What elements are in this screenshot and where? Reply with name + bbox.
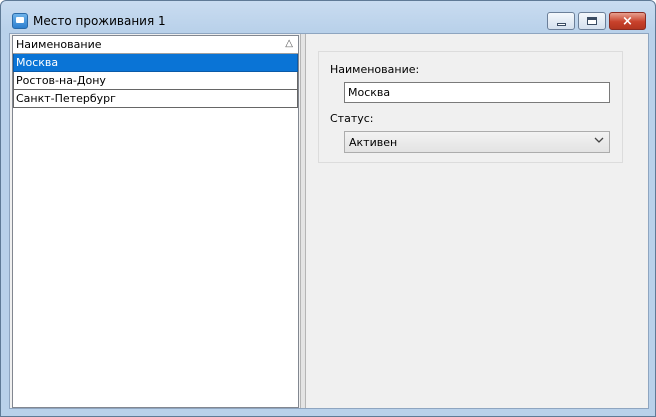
close-button[interactable]: × xyxy=(609,12,646,30)
list-item[interactable]: Москва xyxy=(13,54,298,72)
status-label: Статус: xyxy=(330,112,374,125)
list-item[interactable]: Ростов-на-Дону xyxy=(13,72,298,90)
list-item[interactable]: Санкт-Петербург xyxy=(13,90,298,108)
status-dropdown[interactable]: Активен xyxy=(344,131,610,153)
column-header-label: Наименование xyxy=(16,38,102,51)
minimize-button[interactable] xyxy=(547,12,575,30)
chevron-down-icon xyxy=(594,135,604,148)
list-item-label: Ростов-на-Дону xyxy=(16,74,106,87)
maximize-button[interactable] xyxy=(578,12,606,30)
app-icon xyxy=(12,13,28,29)
name-input[interactable]: Москва xyxy=(344,82,610,103)
column-header-name[interactable]: Наименование △ xyxy=(13,36,298,54)
client-area: Наименование △ Москва Ростов-на-Дону Сан… xyxy=(9,33,649,409)
close-icon: × xyxy=(622,13,633,29)
list-item-label: Санкт-Петербург xyxy=(16,92,116,105)
maximize-icon xyxy=(587,17,597,25)
city-list[interactable]: Наименование △ Москва Ростов-на-Дону Сан… xyxy=(12,35,299,408)
sort-ascending-icon: △ xyxy=(285,38,293,49)
list-item-label: Москва xyxy=(16,56,59,69)
panel-splitter[interactable] xyxy=(300,34,306,408)
minimize-icon xyxy=(556,22,566,26)
name-label: Наименование: xyxy=(330,63,420,76)
window-title: Место проживания 1 xyxy=(33,14,166,28)
app-window: Место проживания 1 × Наименование △ Моск… xyxy=(0,0,656,417)
status-selected-value: Активен xyxy=(349,136,398,149)
title-bar[interactable]: Место проживания 1 × xyxy=(1,1,655,33)
